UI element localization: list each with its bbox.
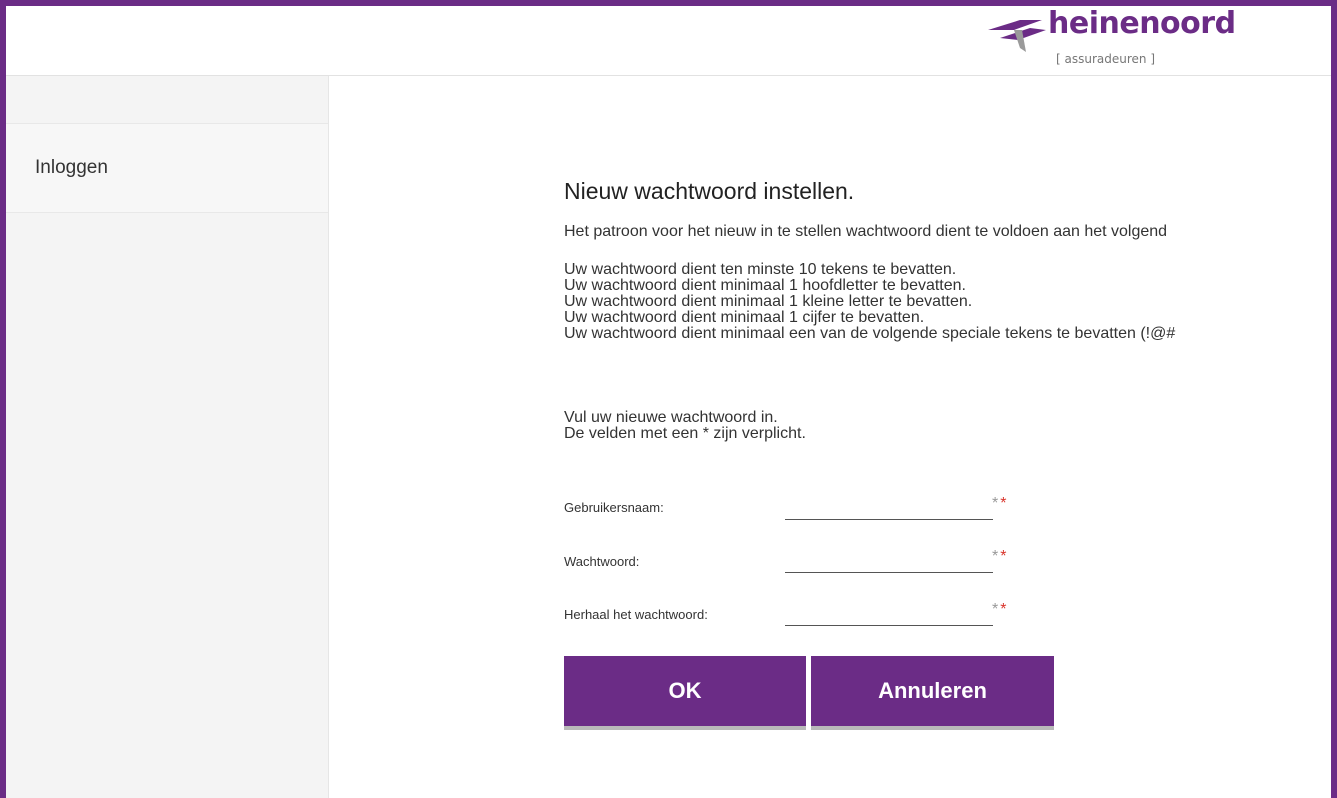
required-marker: ** bbox=[992, 548, 1009, 565]
sidebar-item-inloggen[interactable]: Inloggen bbox=[6, 123, 328, 213]
instruction-line: De velden met een * zijn verplicht. bbox=[564, 425, 806, 442]
username-input[interactable] bbox=[785, 497, 993, 520]
required-marker: ** bbox=[992, 601, 1009, 618]
password-rules: Uw wachtwoord dient ten minste 10 tekens… bbox=[564, 262, 1175, 342]
password-input[interactable] bbox=[785, 550, 993, 573]
sidebar-item-label: Inloggen bbox=[35, 157, 108, 178]
password-rule: Uw wachtwoord dient minimaal een van de … bbox=[564, 325, 1176, 342]
password-rule: Uw wachtwoord dient ten minste 10 tekens… bbox=[564, 261, 957, 278]
repeat-password-input[interactable] bbox=[785, 603, 993, 626]
username-label: Gebruikersnaam: bbox=[564, 500, 664, 515]
ok-button[interactable]: OK bbox=[564, 656, 806, 730]
instruction-line: Vul uw nieuwe wachtwoord in. bbox=[564, 409, 778, 426]
page-title: Nieuw wachtwoord instellen. bbox=[564, 178, 855, 204]
cancel-button[interactable]: Annuleren bbox=[811, 656, 1054, 730]
required-marker: ** bbox=[992, 495, 1009, 512]
password-pattern-intro: Het patroon voor het nieuw in te stellen… bbox=[564, 223, 1168, 240]
password-rule: Uw wachtwoord dient minimaal 1 cijfer te… bbox=[564, 309, 925, 326]
password-label: Wachtwoord: bbox=[564, 554, 640, 569]
repeat-password-label: Herhaal het wachtwoord: bbox=[564, 607, 708, 622]
main-content: Nieuw wachtwoord instellen. Het patroon … bbox=[564, 0, 1337, 798]
password-rule: Uw wachtwoord dient minimaal 1 hoofdlett… bbox=[564, 277, 966, 294]
password-rule: Uw wachtwoord dient minimaal 1 kleine le… bbox=[564, 293, 973, 310]
sidebar: Inloggen bbox=[6, 76, 329, 798]
form-instructions: Vul uw nieuwe wachtwoord in. De velden m… bbox=[564, 410, 806, 442]
